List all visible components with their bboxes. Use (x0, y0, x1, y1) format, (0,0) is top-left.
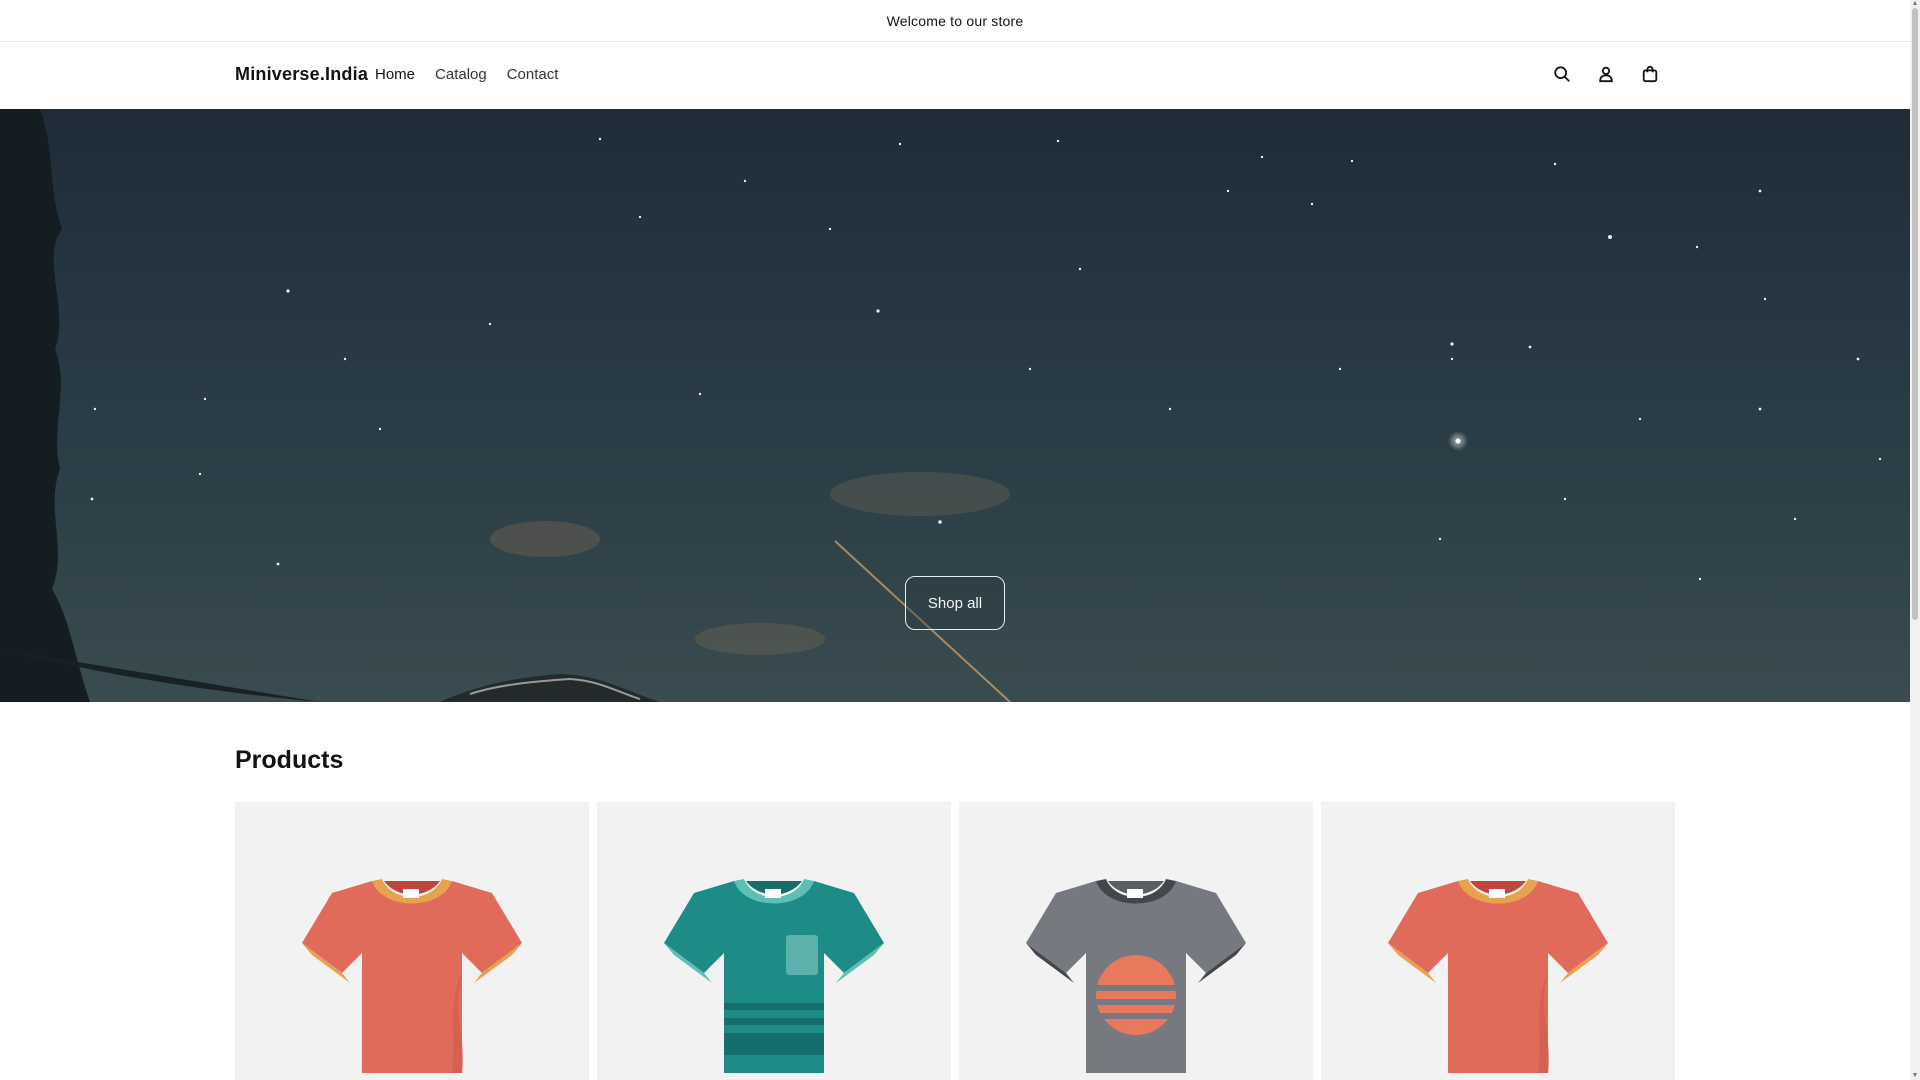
main-nav: Home Catalog Contact (375, 66, 558, 83)
announcement-bar: Welcome to our store (0, 0, 1910, 42)
store-logo[interactable]: Miniverse.India (235, 64, 368, 85)
announcement-text: Welcome to our store (886, 12, 1024, 29)
cart-icon[interactable] (1638, 62, 1662, 86)
product-card[interactable] (235, 802, 589, 1080)
product-card[interactable] (1321, 802, 1675, 1080)
scroll-down-arrow-icon[interactable]: ▼ (1911, 1072, 1919, 1080)
nav-catalog[interactable]: Catalog (435, 66, 487, 83)
search-icon[interactable] (1550, 62, 1574, 86)
teal-tshirt-image (664, 879, 884, 1073)
scroll-up-arrow-icon[interactable]: ▲ (1911, 0, 1919, 8)
product-card[interactable] (959, 802, 1313, 1080)
nav-contact[interactable]: Contact (507, 66, 559, 83)
gray-tshirt-image (1026, 879, 1246, 1073)
red-tshirt-image (302, 879, 522, 1073)
product-grid (235, 802, 1675, 1080)
scrollbar-thumb[interactable] (1912, 8, 1918, 620)
shop-all-button[interactable]: Shop all (905, 576, 1005, 630)
site-header: Miniverse.India Home Catalog Contact (0, 42, 1910, 109)
account-icon[interactable] (1594, 62, 1618, 86)
nav-home[interactable]: Home (375, 66, 415, 83)
header-icons (1550, 62, 1662, 86)
products-heading: Products (235, 746, 344, 774)
red-tshirt-image (1388, 879, 1608, 1073)
product-card[interactable] (597, 802, 951, 1080)
hero-banner: Shop all (0, 109, 1910, 702)
